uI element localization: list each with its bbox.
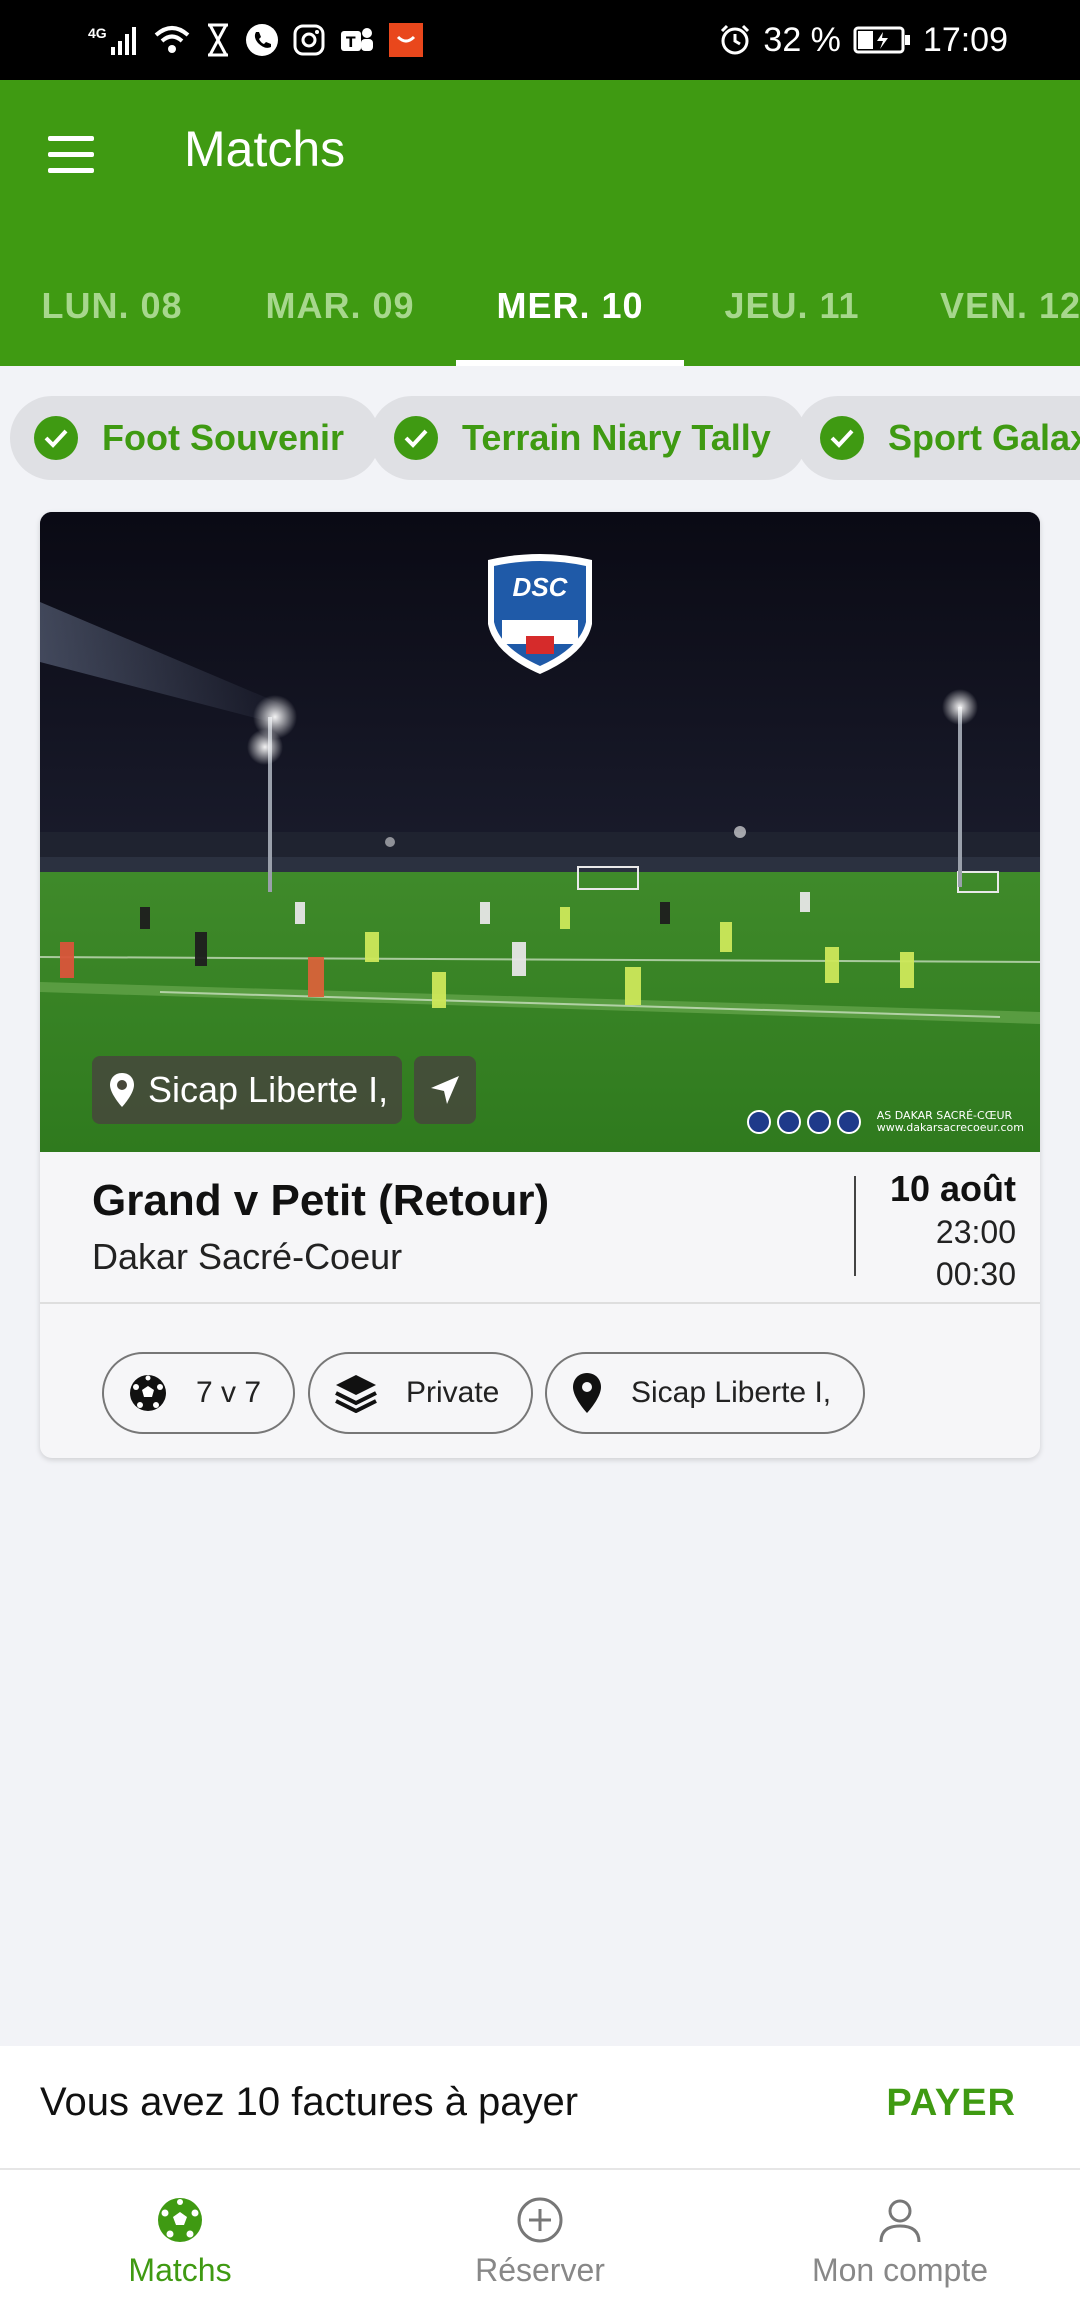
venue-filter-chips: Foot Souvenir Terrain Niary Tally Sport … [0, 396, 1080, 480]
directions-button[interactable] [414, 1056, 476, 1124]
chip-label: Sport Galaxy [888, 417, 1080, 458]
location-text: Sicap Liberte I, [148, 1069, 389, 1110]
svg-text:DSC: DSC [513, 572, 569, 602]
alarm-icon [721, 24, 750, 55]
check-icon [394, 416, 438, 460]
nav-label: Matchs [128, 2252, 232, 2288]
match-title: Grand v Petit (Retour) [92, 1176, 550, 1225]
layers-icon [335, 1375, 377, 1413]
app-notification-icon [388, 23, 423, 57]
teams-icon: T [340, 28, 373, 51]
tag-location: Sicap Liberte I, [545, 1352, 866, 1434]
status-icons-right: 32 % 17:09 [719, 18, 1008, 62]
svg-text:T: T [346, 35, 356, 51]
match-photo: DSC AS DAKAR SACRÉ-CŒUR www.dakarsacreco… [40, 512, 1040, 1152]
tab-indicator [456, 360, 684, 366]
invoice-banner: Vous avez 10 factures à payer PAYER [0, 2046, 1080, 2170]
menu-icon[interactable] [48, 136, 96, 176]
instagram-icon [806, 1110, 831, 1134]
battery-percent: 32 % [763, 20, 841, 59]
tag-label: 7 v 7 [196, 1376, 262, 1409]
tag-format: 7 v 7 [102, 1352, 296, 1434]
date-tabs: LUN. 08 MAR. 09 MER. 10 JEU. 11 VEN. 12 [0, 246, 1080, 366]
tag-visibility: Private [308, 1352, 534, 1434]
soccer-ball-icon [158, 2198, 202, 2242]
nav-reserver[interactable]: Réserver [360, 2170, 720, 2312]
chip-terrain-niary-tally[interactable]: Terrain Niary Tally [370, 396, 807, 480]
match-tags: 7 v 7 Private Sicap Liberte I, [40, 1306, 1040, 1458]
navigation-arrow-icon [431, 1076, 459, 1104]
nav-label: Mon compte [811, 2252, 989, 2288]
tab-mar-09[interactable]: MAR. 09 [224, 246, 456, 366]
person-icon [879, 2199, 921, 2243]
match-start-time: 23:00 [935, 1214, 1016, 1250]
match-date: 10 août [889, 1168, 1016, 1209]
chip-sport-galaxy[interactable]: Sport Galaxy [796, 396, 1080, 480]
instagram-icon [293, 24, 325, 56]
hourglass-icon [207, 23, 228, 57]
nav-matchs[interactable]: Matchs [0, 2170, 360, 2312]
chip-label: Terrain Niary Tally [462, 417, 771, 458]
tag-label: Private [406, 1376, 500, 1409]
bottom-navigation: Matchs Réserver Mon compte [0, 2170, 1080, 2312]
clock: 17:09 [922, 20, 1008, 59]
tab-lun-08[interactable]: LUN. 08 [0, 246, 224, 366]
phone-icon [245, 24, 278, 56]
chip-foot-souvenir[interactable]: Foot Souvenir [10, 396, 380, 480]
plus-circle-icon [517, 2197, 563, 2243]
chip-label: Foot Souvenir [102, 417, 344, 458]
status-icons-left: 4G T [88, 18, 423, 62]
match-card[interactable]: DSC AS DAKAR SACRÉ-CŒUR www.dakarsacreco… [40, 512, 1040, 1458]
nav-mon-compte[interactable]: Mon compte [720, 2170, 1080, 2312]
twitter-icon [776, 1110, 801, 1134]
pay-button[interactable]: PAYER [886, 2082, 1016, 2125]
soccer-ball-icon [130, 1375, 166, 1411]
youtube-icon [836, 1110, 861, 1134]
page-title: Matchs [184, 121, 346, 177]
wifi-icon [154, 26, 190, 53]
match-venue: Dakar Sacré-Coeur [92, 1236, 403, 1277]
network-type: 4G [88, 25, 107, 41]
battery-icon [853, 26, 910, 54]
match-end-time: 00:30 [935, 1256, 1016, 1292]
nav-label: Réserver [475, 2252, 605, 2288]
check-icon [820, 416, 864, 460]
tab-mer-10[interactable]: MER. 10 [456, 246, 684, 366]
location-badge[interactable]: Sicap Liberte I, [92, 1056, 403, 1124]
app-bar: Matchs LUN. 08 MAR. 09 MER. 10 JEU. 11 V… [0, 80, 1080, 366]
location-pin-icon [573, 1373, 601, 1413]
tag-label: Sicap Liberte I, [631, 1376, 832, 1409]
signal-icon [110, 27, 136, 55]
facebook-icon [746, 1110, 771, 1134]
tab-ven-12[interactable]: VEN. 12 [900, 246, 1080, 366]
divider [854, 1176, 856, 1276]
tab-jeu-11[interactable]: JEU. 11 [684, 246, 900, 366]
invoice-message: Vous avez 10 factures à payer [40, 2080, 579, 2124]
check-icon [34, 416, 78, 460]
status-bar: 4G T 32 % 17:09 [0, 0, 1080, 80]
location-pin-icon [110, 1073, 134, 1107]
match-info: Grand v Petit (Retour) Dakar Sacré-Coeur… [40, 1152, 1040, 1304]
social-watermark: AS DAKAR SACRÉ-CŒUR www.dakarsacrecoeur.… [746, 1109, 1024, 1134]
watermark-text: AS DAKAR SACRÉ-CŒUR www.dakarsacrecoeur.… [876, 1109, 1024, 1134]
